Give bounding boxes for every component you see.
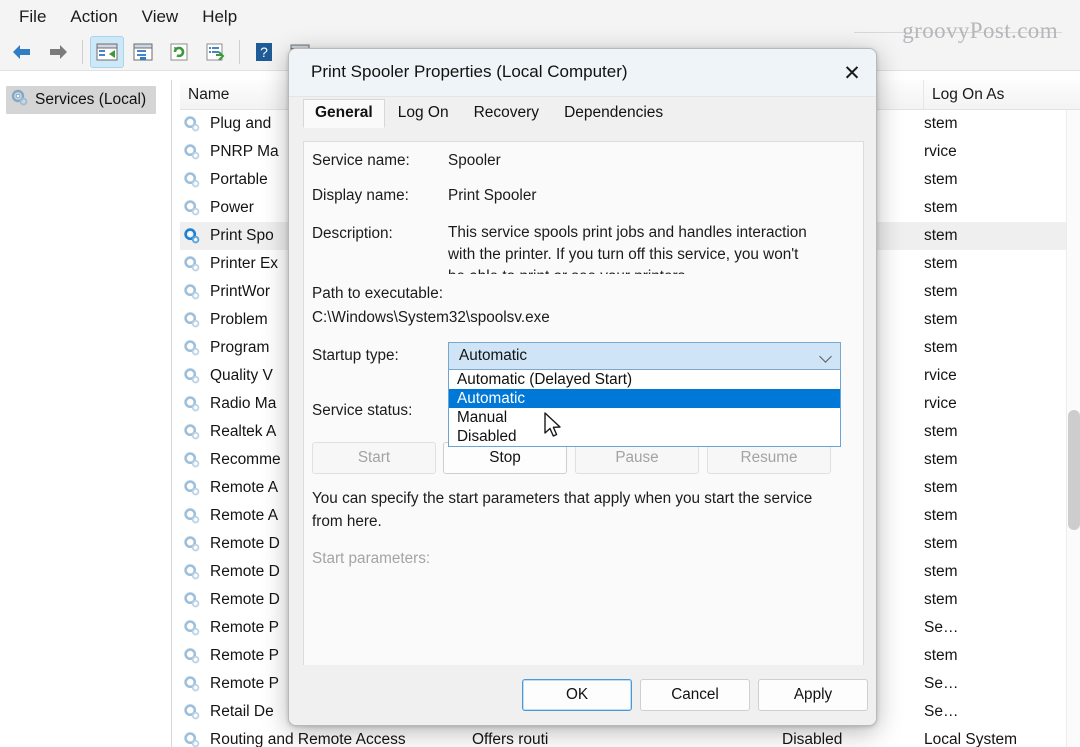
cell-log-on-as: stem (924, 171, 958, 188)
cell-log-on-as: rvice (924, 367, 957, 384)
close-icon[interactable]: ✕ (828, 49, 876, 97)
menu-item-action[interactable]: Action (59, 4, 128, 30)
cell-log-on-as: rvice (924, 143, 957, 160)
svg-text:?: ? (260, 44, 268, 60)
general-tab-page: Service name: Spooler Display name: Prin… (303, 141, 864, 679)
cell-log-on-as: stem (924, 423, 958, 440)
cell-log-on-as: stem (924, 563, 958, 580)
description-line-3: be able to print or see your printers (448, 266, 838, 274)
service-name-value: Spooler (448, 152, 501, 169)
startup-option-1[interactable]: Automatic (449, 389, 840, 408)
dialog-title-bar: Print Spooler Properties (Local Computer… (289, 49, 876, 97)
console-tree-pane: Services (Local) (0, 80, 172, 747)
startup-type-dropdown-list[interactable]: Automatic (Delayed Start) Automatic Manual… (448, 370, 841, 447)
chevron-down-icon (819, 350, 832, 363)
toolbar-separator-2 (239, 39, 240, 64)
startup-type-combobox[interactable]: Automatic (448, 342, 841, 370)
cell-log-on-as: stem (924, 647, 958, 664)
print-spooler-properties-dialog: Print Spooler Properties (Local Computer… (288, 48, 877, 726)
dialog-title: Print Spooler Properties (Local Computer… (311, 62, 628, 81)
description-line-1: This service spools print jobs and handl… (448, 224, 807, 241)
column-header-log-on-as[interactable]: Log On As (924, 80, 1080, 110)
toolbar-separator-1 (82, 39, 83, 64)
dialog-tabstrip: General Log On Recovery Dependencies (289, 97, 876, 128)
startup-type-label: Startup type: (312, 347, 399, 364)
startup-type-selected-value: Automatic (459, 347, 528, 364)
cell-log-on-as: stem (924, 283, 958, 300)
forward-icon[interactable] (41, 36, 75, 68)
list-vertical-scrollbar[interactable] (1066, 110, 1080, 747)
cell-log-on-as: stem (924, 199, 958, 216)
tab-dependencies[interactable]: Dependencies (552, 99, 676, 128)
display-name-label: Display name: (312, 187, 409, 204)
cell-log-on-as: stem (924, 507, 958, 524)
back-icon[interactable] (5, 36, 39, 68)
ok-button[interactable]: OK (522, 679, 632, 711)
cell-log-on-as: stem (924, 115, 958, 132)
description-label: Description: (312, 225, 393, 242)
show-hide-console-tree-icon[interactable] (90, 35, 124, 68)
menu-item-help[interactable]: Help (191, 4, 248, 30)
list-scrollbar-thumb[interactable] (1068, 410, 1080, 530)
tab-recovery[interactable]: Recovery (461, 99, 552, 128)
help-icon[interactable]: ? (247, 36, 281, 68)
startup-option-0[interactable]: Automatic (Delayed Start) (449, 370, 840, 389)
cell-log-on-as: stem (924, 227, 958, 244)
cell-log-on-as: stem (924, 339, 958, 356)
dialog-footer: OK Cancel Apply (289, 665, 876, 725)
groovypost-watermark: groovyPost.com (902, 18, 1058, 43)
export-list-icon[interactable] (198, 36, 232, 68)
apply-button[interactable]: Apply (758, 679, 868, 711)
cell-log-on-as: stem (924, 451, 958, 468)
startup-option-2[interactable]: Manual (449, 408, 840, 427)
start-button[interactable]: Start (312, 442, 436, 474)
tree-node-services-local[interactable]: Services (Local) (6, 86, 156, 114)
services-mmc-window: File Action View Help ? groovyPost.com S… (0, 0, 1080, 747)
menu-item-file[interactable]: File (8, 4, 57, 30)
help-text-line-2: from here. (312, 513, 382, 530)
tab-log-on[interactable]: Log On (385, 99, 461, 128)
table-row[interactable]: Routing and Remote Access Offers routi Dis… (180, 726, 1080, 747)
cell-log-on-as: Se… (924, 703, 959, 720)
tree-node-label: Services (Local) (35, 91, 147, 108)
start-parameters-label: Start parameters: (312, 550, 431, 567)
service-name-label: Service name: (312, 152, 410, 169)
description-value[interactable]: This service spools print jobs and handl… (448, 222, 838, 274)
description-line-2: with the printer. If you turn off this s… (448, 246, 799, 263)
cell-log-on-as: stem (924, 311, 958, 328)
tab-general[interactable]: General (303, 99, 385, 128)
cell-log-on-as: Se… (924, 675, 959, 692)
path-to-executable-label: Path to executable: (312, 285, 443, 302)
refresh-icon[interactable] (162, 36, 196, 68)
services-gear-icon (11, 89, 28, 111)
cell-log-on-as: stem (924, 535, 958, 552)
cell-name: Routing and Remote Access (210, 731, 406, 747)
cancel-button[interactable]: Cancel (640, 679, 750, 711)
properties-icon[interactable] (126, 36, 160, 68)
cell-log-on-as: stem (924, 255, 958, 272)
cell-log-on-as: stem (924, 591, 958, 608)
startup-option-3[interactable]: Disabled (449, 427, 840, 446)
cell-log-on-as: Se… (924, 619, 959, 636)
path-to-executable-value: C:\Windows\System32\spoolsv.exe (312, 309, 550, 326)
service-status-label: Service status: (312, 402, 413, 419)
cell-startup-type: Disabled (782, 731, 843, 747)
cell-status (652, 726, 782, 747)
cell-log-on-as: Local System (924, 731, 1018, 747)
menu-item-view[interactable]: View (131, 4, 190, 30)
help-text-line-1: You can specify the start parameters tha… (312, 490, 813, 507)
cell-log-on-as: stem (924, 479, 958, 496)
cell-description: Offers routi (472, 731, 549, 747)
display-name-value: Print Spooler (448, 187, 537, 204)
cell-log-on-as: rvice (924, 395, 957, 412)
